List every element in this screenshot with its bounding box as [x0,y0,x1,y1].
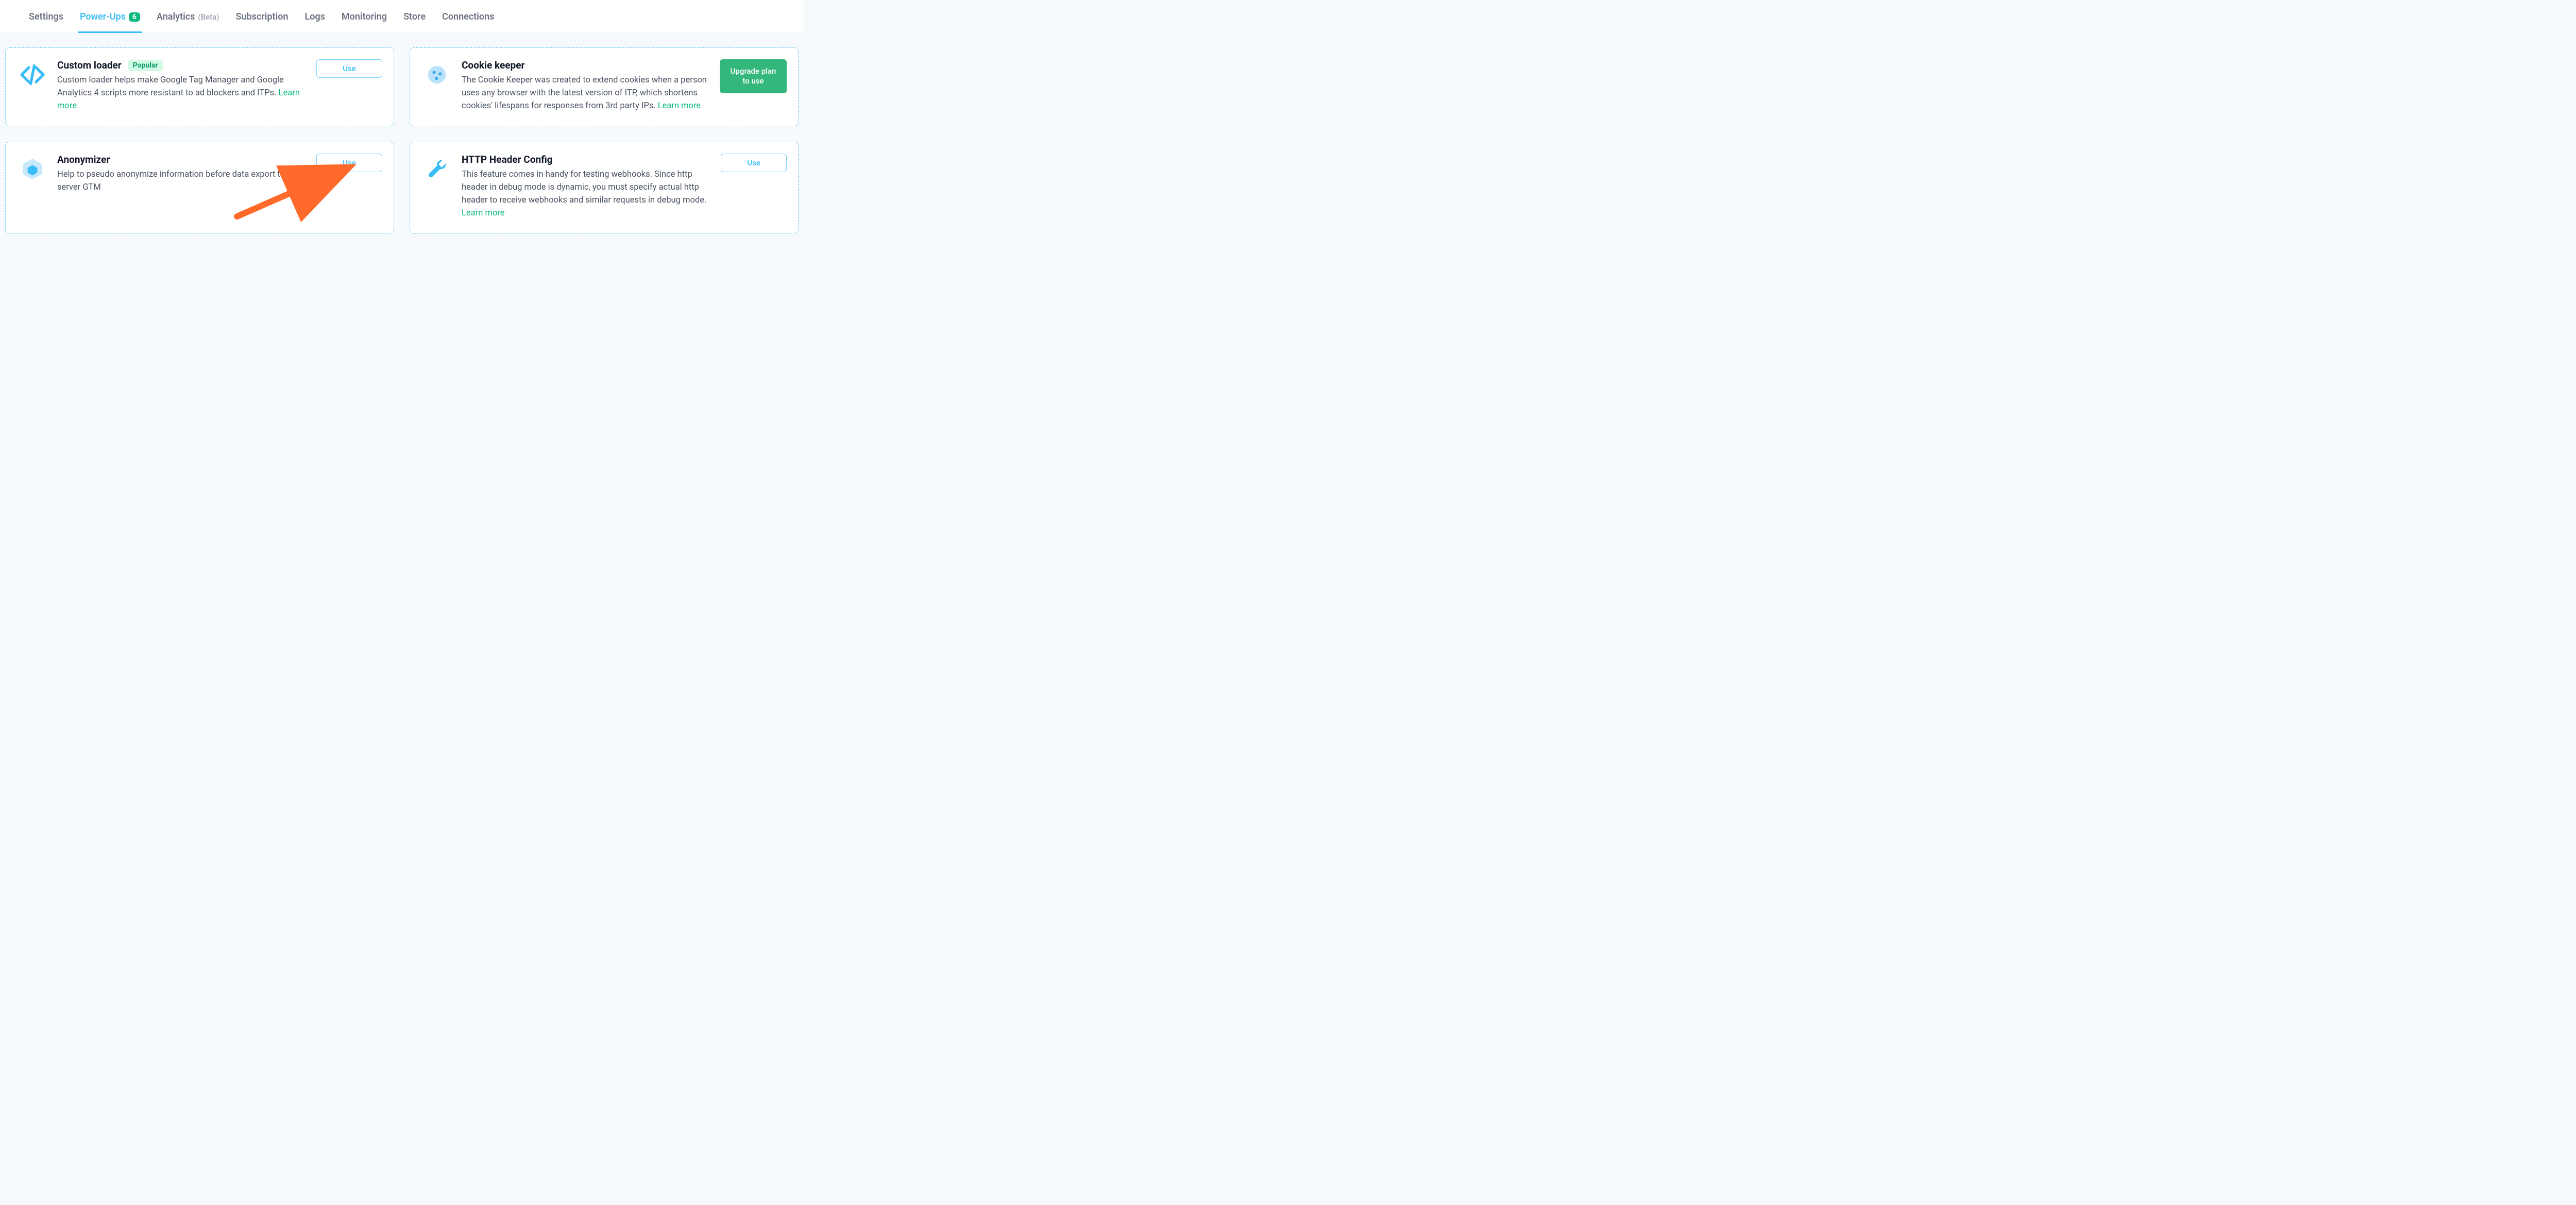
tab-label: Store [403,11,426,22]
card-body: Custom loader Popular Custom loader help… [57,59,307,112]
card-title: HTTP Header Config [462,154,553,165]
use-button[interactable]: Use [316,59,382,78]
tab-subscription[interactable]: Subscription [233,7,290,32]
card-desc-text: This feature comes in handy for testing … [462,170,706,205]
tab-label: Connections [442,11,494,22]
card-custom-loader: Custom loader Popular Custom loader help… [5,47,394,126]
card-title: Custom loader [57,59,122,71]
tab-label: Subscription [235,11,288,22]
tab-bar: Settings Power-Ups 6 Analytics (Beta) Su… [0,0,804,33]
tab-analytics[interactable]: Analytics (Beta) [155,7,222,32]
card-desc-text: Custom loader helps make Google Tag Mana… [57,75,284,98]
card-description: Help to pseudo anonymize information bef… [57,169,307,194]
card-description: This feature comes in handy for testing … [462,169,711,220]
tab-badge: 6 [129,12,140,22]
card-cookie-keeper: Cookie keeper The Cookie Keeper was crea… [410,47,799,126]
use-button[interactable]: Use [721,154,787,172]
tab-power-ups[interactable]: Power-Ups 6 [78,7,142,32]
tab-suffix: (Beta) [198,12,219,22]
card-grid: Custom loader Popular Custom loader help… [0,33,804,233]
tab-label: Analytics [157,11,195,22]
hexagon-icon [17,154,48,185]
card-body: Anonymizer Help to pseudo anonymize info… [57,154,307,194]
wrench-icon [421,154,452,185]
tab-logs[interactable]: Logs [303,7,327,32]
tab-label: Power-Ups [80,11,126,22]
card-anonymizer: Anonymizer Help to pseudo anonymize info… [5,142,394,233]
card-body: HTTP Header Config This feature comes in… [462,154,711,220]
popular-badge: Popular [128,60,163,71]
use-button[interactable]: Use [316,154,382,172]
learn-more-link[interactable]: Learn more [462,208,504,218]
tab-label: Settings [29,11,63,22]
card-description: Custom loader helps make Google Tag Mana… [57,74,307,112]
page: Settings Power-Ups 6 Analytics (Beta) Su… [0,0,804,249]
tab-monitoring[interactable]: Monitoring [340,7,389,32]
code-icon [17,59,48,90]
tab-label: Logs [305,11,325,22]
tab-connections[interactable]: Connections [440,7,496,32]
learn-more-link[interactable]: Learn more [658,101,701,111]
card-desc-text: Help to pseudo anonymize information bef… [57,170,285,192]
card-title: Cookie keeper [462,59,524,71]
upgrade-button[interactable]: Upgrade plan to use [720,59,787,93]
tab-settings[interactable]: Settings [27,7,65,32]
card-body: Cookie keeper The Cookie Keeper was crea… [462,59,710,112]
card-description: The Cookie Keeper was created to extend … [462,74,710,112]
card-http-header-config: HTTP Header Config This feature comes in… [410,142,799,233]
tab-store[interactable]: Store [401,7,428,32]
card-title: Anonymizer [57,154,110,165]
tab-label: Monitoring [342,11,387,22]
cookie-icon [421,59,452,90]
